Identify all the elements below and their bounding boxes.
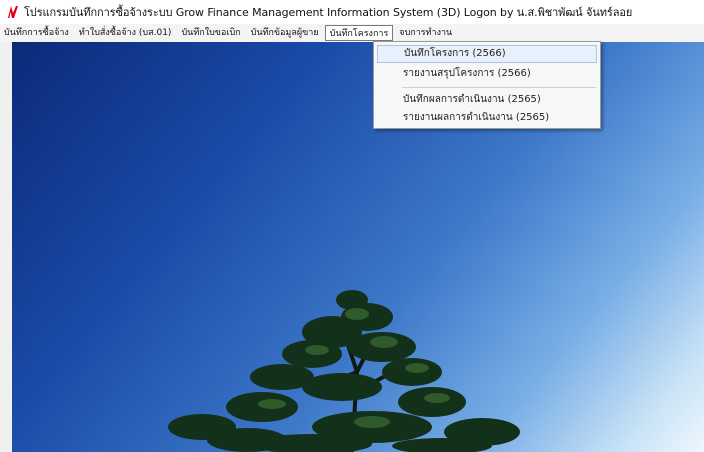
menu-item-project-record-2566[interactable]: บันทึกโครงการ (2566): [377, 45, 597, 63]
menu-project-record[interactable]: บันทึกโครงการ: [324, 25, 394, 41]
menu-item-performance-report-2565[interactable]: รายงานผลการดำเนินงาน (2565): [377, 109, 597, 127]
menu-vendor-record[interactable]: บันทึกข้อมูลผู้ขาย: [247, 25, 323, 41]
window-left-edge: [0, 42, 12, 452]
app-logo-icon: [8, 6, 18, 18]
menu-purchase-order[interactable]: ทำใบสั่งซื้อจ้าง (บส.01): [75, 25, 176, 41]
menu-item-performance-record-2565[interactable]: บันทึกผลการดำเนินงาน (2565): [377, 91, 597, 109]
title-bar: โปรแกรมบันทึกการซื้อจ้างระบบ Grow Financ…: [0, 0, 704, 24]
menu-item-project-summary-2566[interactable]: รายงานสรุปโครงการ (2566): [377, 65, 597, 83]
menu-separator: [402, 87, 596, 88]
window-title: โปรแกรมบันทึกการซื้อจ้างระบบ Grow Financ…: [24, 6, 633, 19]
menu-purchase-record[interactable]: บันทึกการซื้อจ้าง: [0, 25, 73, 41]
menu-exit[interactable]: จบการทำงาน: [395, 25, 456, 41]
project-menu-dropdown: บันทึกโครงการ (2566) รายงานสรุปโครงการ (…: [373, 41, 601, 129]
menu-withdrawal-request[interactable]: บันทึกใบขอเบิก: [177, 25, 244, 41]
